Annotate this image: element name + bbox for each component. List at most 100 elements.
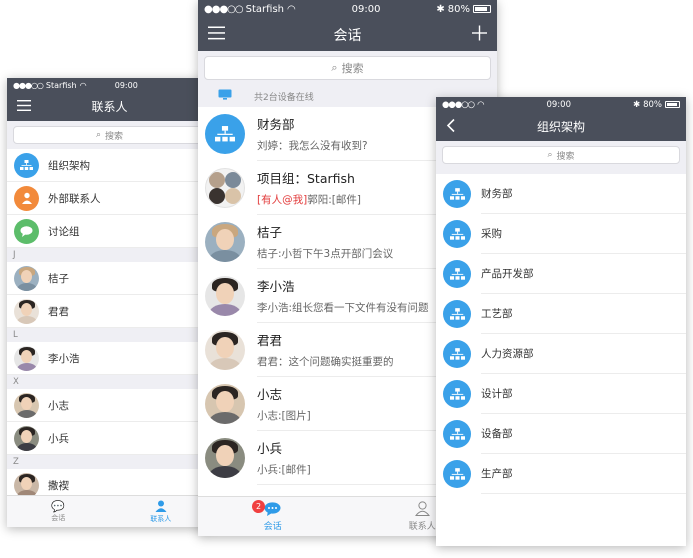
tab-label: 联系人 <box>150 514 172 523</box>
department-name: 设备部 <box>481 414 686 454</box>
contact-item[interactable]: 君君 <box>7 295 212 328</box>
org-chart-icon <box>443 420 471 448</box>
device-notice: 共2台设备在线 <box>254 92 314 103</box>
battery-level: 80% <box>447 3 470 15</box>
nav-bar: 组织架构 <box>436 112 686 141</box>
page-title: 会话 <box>333 27 362 44</box>
department-item[interactable]: 产品开发部 <box>436 254 686 294</box>
battery-icon <box>473 5 491 13</box>
section-header: X <box>7 375 212 389</box>
department-name: 工艺部 <box>481 294 686 334</box>
contact-item[interactable]: 桔子 <box>7 262 212 295</box>
org-chart-icon <box>205 114 245 154</box>
unread-badge: 2 <box>252 500 265 513</box>
department-item[interactable]: 工艺部 <box>436 294 686 334</box>
search-area: ⌕ 搜索 <box>7 121 212 149</box>
chat-bubble-icon: 💬 <box>51 500 66 513</box>
tab-bar: 💬 会话 联系人 <box>7 495 212 527</box>
org-chart-screen: ●●●○○ ◠ 09:00 ✱ 80% 组织架构 ⌕ 搜索 财务部 采购 产品开发部 工艺部… <box>436 97 686 546</box>
department-name: 设计部 <box>481 374 686 414</box>
department-item[interactable]: 采购 <box>436 214 686 254</box>
tab-conversations[interactable]: 会话 2 <box>198 497 348 536</box>
tab-label: 会话 <box>263 521 282 532</box>
monitor-icon <box>218 89 232 103</box>
bluetooth-icon: ✱ <box>632 99 641 110</box>
avatar <box>14 425 39 451</box>
avatar <box>14 472 39 498</box>
status-time: 09:00 <box>114 80 138 90</box>
avatar <box>14 265 39 291</box>
back-arrow-icon[interactable] <box>446 118 455 135</box>
search-icon: ⌕ <box>547 150 553 160</box>
section-header: Z <box>7 455 212 469</box>
avatar <box>14 345 39 371</box>
wifi-icon: ◠ <box>287 3 296 15</box>
search-placeholder: 搜索 <box>556 151 575 162</box>
status-time: 09:00 <box>546 99 571 110</box>
person-icon <box>414 501 430 519</box>
search-icon: ⌕ <box>95 130 102 140</box>
search-input[interactable]: ⌕ 搜索 <box>204 56 491 80</box>
menu-icon[interactable] <box>17 99 31 114</box>
contact-name: 小兵 <box>48 432 69 445</box>
signal-icon: ●●●○○ <box>13 80 44 90</box>
item-label: 外部联系人 <box>48 192 101 205</box>
department-item[interactable]: 设计部 <box>436 374 686 414</box>
org-chart-item[interactable]: 组织架构 <box>7 149 212 182</box>
search-input[interactable]: ⌕ 搜索 <box>13 126 206 144</box>
department-name: 财务部 <box>481 174 686 214</box>
chat-group-item[interactable]: 讨论组 <box>7 215 212 248</box>
department-item[interactable]: 生产部 <box>436 454 686 494</box>
nav-bar: 会话 <box>198 18 497 51</box>
org-chart-icon <box>443 220 471 248</box>
tab-contacts[interactable]: 联系人 <box>110 496 213 527</box>
person-icon <box>155 500 167 514</box>
chat-group-icon <box>14 218 39 244</box>
carrier-name: Starfish <box>245 3 284 15</box>
contact-name: 李小浩 <box>48 352 80 365</box>
department-name: 人力资源部 <box>481 334 686 374</box>
bluetooth-icon: ✱ <box>436 3 445 15</box>
tab-label: 联系人 <box>408 522 436 532</box>
contact-name: 桔子 <box>48 272 69 285</box>
department-list: 财务部 采购 产品开发部 工艺部 人力资源部 设计部 设备部 生产部 <box>436 174 686 494</box>
status-bar: ●●●○○ Starfish ◠ 09:00 <box>7 78 212 92</box>
contact-item[interactable]: 小志 <box>7 389 212 422</box>
avatar <box>14 392 39 418</box>
department-item[interactable]: 设备部 <box>436 414 686 454</box>
avatar <box>205 330 245 370</box>
battery-icon <box>664 101 680 108</box>
battery-level: 80% <box>643 99 662 110</box>
search-input[interactable]: ⌕ 搜索 <box>442 146 680 164</box>
menu-icon[interactable] <box>208 26 225 43</box>
external-contacts-item[interactable]: 外部联系人 <box>7 182 212 215</box>
item-label: 讨论组 <box>48 225 80 238</box>
carrier-name: Starfish <box>45 80 77 90</box>
add-icon[interactable] <box>472 25 487 44</box>
search-area: ⌕ 搜索 <box>436 141 686 168</box>
page-title: 联系人 <box>91 100 128 114</box>
avatar <box>205 384 245 424</box>
contact-item[interactable]: 小兵 <box>7 422 212 455</box>
org-chart-icon <box>443 180 471 208</box>
wifi-icon: ◠ <box>79 80 87 90</box>
org-chart-icon <box>443 460 471 488</box>
department-item[interactable]: 人力资源部 <box>436 334 686 374</box>
org-chart-icon <box>14 152 39 178</box>
contacts-screen: ●●●○○ Starfish ◠ 09:00 联系人 ⌕ 搜索 组织架构 外部联系人 … <box>7 78 212 527</box>
org-chart-icon <box>443 340 471 368</box>
status-bar: ●●●○○ ◠ 09:00 ✱ 80% <box>436 97 686 112</box>
search-area: ⌕ 搜索 <box>198 51 497 85</box>
search-placeholder: 搜索 <box>105 131 124 142</box>
tab-label: 会话 <box>51 514 66 522</box>
status-time: 09:00 <box>351 3 381 15</box>
tab-conversations[interactable]: 💬 会话 <box>7 496 110 527</box>
conversation-preview: 郭阳:[邮件] <box>307 194 361 206</box>
avatar <box>205 438 245 478</box>
department-item[interactable]: 财务部 <box>436 174 686 214</box>
org-chart-icon <box>443 260 471 288</box>
contact-item[interactable]: 李小浩 <box>7 342 212 375</box>
department-name: 采购 <box>481 214 686 254</box>
status-bar: ●●●○○ Starfish ◠ 09:00 ✱ 80% <box>198 0 497 18</box>
page-title: 组织架构 <box>536 120 585 134</box>
